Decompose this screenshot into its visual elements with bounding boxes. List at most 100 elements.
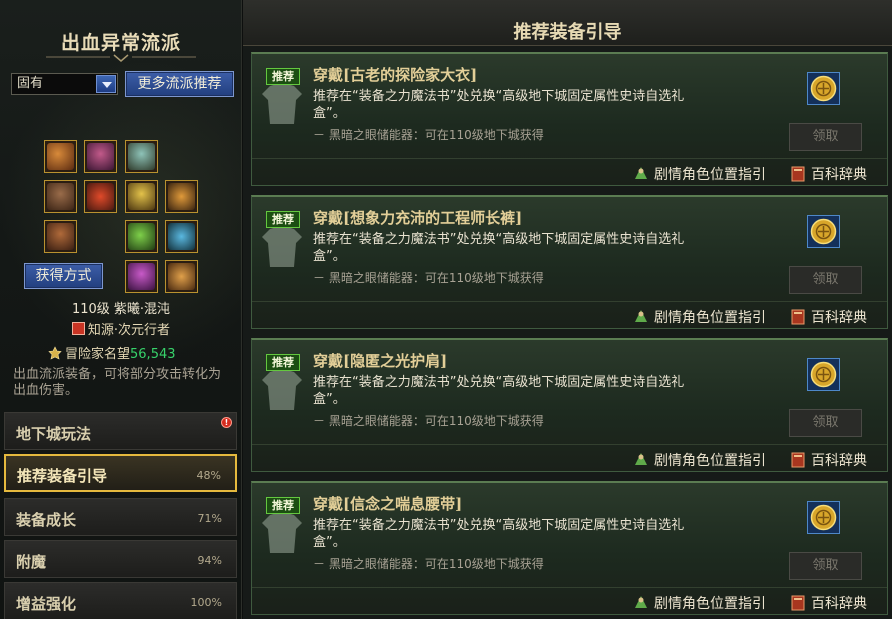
- card-source: － 黑暗之眼储能器：可在110级地下城获得: [313, 557, 544, 571]
- more-styles-button[interactable]: 更多流派推荐: [125, 71, 234, 97]
- link-label: 剧情角色位置指引: [654, 310, 766, 326]
- equip-slot-top[interactable]: [44, 180, 77, 213]
- gold-coin-icon: [810, 361, 837, 388]
- npc-location-link[interactable]: 剧情角色位置指引: [632, 450, 766, 470]
- equip-slot-weapon[interactable]: [44, 140, 77, 173]
- recommend-badge: 推荐: [266, 354, 300, 371]
- character-title: 知源·次元行者: [0, 319, 242, 338]
- recommend-badge: 推荐: [266, 68, 300, 85]
- equip-slot-pet[interactable]: [125, 140, 158, 173]
- armor-icon: [262, 370, 302, 410]
- recommend-badge: 推荐: [266, 497, 300, 514]
- card-source: － 黑暗之眼储能器：可在110级地下城获得: [313, 128, 544, 142]
- acquire-method-button[interactable]: 获得方式: [24, 263, 103, 289]
- style-select[interactable]: 固有: [11, 73, 118, 95]
- gold-coin-icon: [810, 504, 837, 531]
- fame-value: 56,543: [130, 347, 176, 362]
- medal-icon: [48, 346, 62, 360]
- card-divider: [252, 158, 887, 159]
- menu-recommended-equipment[interactable]: 推荐装备引导 48%: [4, 454, 237, 492]
- npc-icon: [635, 596, 647, 608]
- gold-coin-icon: [810, 75, 837, 102]
- armor-icon: [262, 84, 302, 124]
- encyclopedia-link[interactable]: 百科辞典: [789, 164, 867, 184]
- equip-slot-title[interactable]: [84, 140, 117, 173]
- equip-slot-earring[interactable]: [165, 260, 198, 293]
- card-description: 推荐在“装备之力魔法书”处兑换“高级地下城固定属性史诗自选礼盒”。: [313, 232, 685, 264]
- claim-button[interactable]: 领取: [789, 123, 862, 151]
- card-source: － 黑暗之眼储能器：可在110级地下城获得: [313, 271, 544, 285]
- panel-title: 推荐装备引导: [513, 22, 622, 43]
- gold-coin-icon: [810, 218, 837, 245]
- npc-location-link[interactable]: 剧情角色位置指引: [632, 307, 766, 327]
- equip-slot-magic-stone[interactable]: [125, 260, 158, 293]
- card-divider: [252, 301, 887, 302]
- card-source: － 黑暗之眼储能器：可在110级地下城获得: [313, 414, 544, 428]
- card-divider: [252, 587, 887, 588]
- title-ornament: [46, 54, 196, 62]
- link-label: 百科辞典: [811, 596, 867, 612]
- equip-slot-necklace[interactable]: [125, 180, 158, 213]
- npc-icon: [635, 310, 647, 322]
- armor-icon: [262, 227, 302, 267]
- link-label: 剧情角色位置指引: [654, 167, 766, 183]
- card-description: 推荐在“装备之力魔法书”处兑换“高级地下城固定属性史诗自选礼盒”。: [313, 89, 685, 121]
- fame-label: 冒险家名望: [65, 347, 131, 362]
- style-description: 出血流派装备，可将部分攻击转化为出血伤害。: [13, 367, 222, 398]
- style-title: 出血异常流派: [60, 32, 181, 54]
- checkbox-icon[interactable]: [71, 322, 85, 335]
- book-icon: [791, 452, 805, 468]
- book-icon: [791, 166, 805, 182]
- equip-slot-support[interactable]: [165, 220, 198, 253]
- book-icon: [791, 309, 805, 325]
- encyclopedia-link[interactable]: 百科辞典: [789, 450, 867, 470]
- left-panel: 出血异常流派 固有 更多流派推荐 获得方式 110级 紫曦·混沌 知源·次元行者…: [0, 0, 242, 619]
- card-description: 推荐在“装备之力魔法书”处兑换“高级地下城固定属性史诗自选礼盒”。: [313, 518, 685, 550]
- menu-percent: 48%: [196, 469, 221, 482]
- equip-slot-belt[interactable]: [44, 220, 77, 253]
- card-description: 推荐在“装备之力魔法书”处兑换“高级地下城固定属性史诗自选礼盒”。: [313, 375, 685, 407]
- card-title: 穿戴[信念之喘息腰带]: [313, 495, 463, 513]
- card-title: 穿戴[隐匿之光护肩]: [313, 352, 448, 370]
- panel-header: 推荐装备引导: [243, 0, 892, 46]
- card-divider: [252, 444, 887, 445]
- menu-percent: 100%: [190, 596, 222, 609]
- npc-icon: [635, 167, 647, 179]
- menu-label: 装备成长: [16, 511, 77, 529]
- character-title-text: 知源·次元行者: [87, 323, 171, 338]
- menu-enchant[interactable]: 附魔 94%: [4, 540, 237, 578]
- guide-card: 推荐 穿戴[古老的探险家大衣] 推荐在“装备之力魔法书”处兑换“高级地下城固定属…: [251, 52, 888, 186]
- chevron-down-icon[interactable]: [96, 75, 116, 93]
- menu-label: 增益强化: [16, 595, 77, 613]
- claim-button[interactable]: 领取: [789, 409, 862, 437]
- menu-label: 推荐装备引导: [17, 467, 108, 485]
- claim-button[interactable]: 领取: [789, 552, 862, 580]
- style-select-value: 固有: [17, 76, 44, 91]
- link-label: 百科辞典: [811, 310, 867, 326]
- reward-item[interactable]: [807, 358, 840, 391]
- link-label: 剧情角色位置指引: [654, 596, 766, 612]
- reward-item[interactable]: [807, 501, 840, 534]
- menu-label: 地下城玩法: [16, 425, 92, 443]
- npc-location-link[interactable]: 剧情角色位置指引: [632, 593, 766, 613]
- card-title: 穿戴[古老的探险家大衣]: [313, 66, 478, 84]
- equip-slot-ring[interactable]: [125, 220, 158, 253]
- reward-item[interactable]: [807, 72, 840, 105]
- link-label: 百科辞典: [811, 167, 867, 183]
- equip-slot-bracelet[interactable]: [165, 180, 198, 213]
- menu-dungeon-play[interactable]: 地下城玩法 !: [4, 412, 237, 450]
- equip-slot-head[interactable]: [84, 180, 117, 213]
- recommend-badge: 推荐: [266, 211, 300, 228]
- menu-equipment-growth[interactable]: 装备成长 71%: [4, 498, 237, 536]
- reward-item[interactable]: [807, 215, 840, 248]
- menu-label: 附魔: [16, 553, 47, 571]
- menu-percent: 71%: [197, 512, 222, 525]
- menu-percent: 94%: [197, 554, 222, 567]
- encyclopedia-link[interactable]: 百科辞典: [789, 307, 867, 327]
- claim-button[interactable]: 领取: [789, 266, 862, 294]
- npc-location-link[interactable]: 剧情角色位置指引: [632, 164, 766, 184]
- character-level-name: 110级 紫曦·混沌: [71, 302, 171, 317]
- encyclopedia-link[interactable]: 百科辞典: [789, 593, 867, 613]
- alert-icon: !: [221, 417, 232, 428]
- menu-buff-enhance[interactable]: 增益强化 100%: [4, 582, 237, 619]
